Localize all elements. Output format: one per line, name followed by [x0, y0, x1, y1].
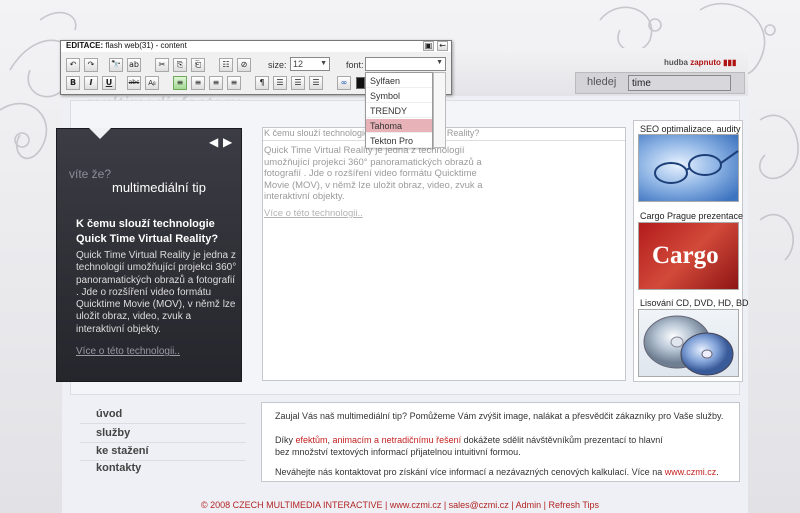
font-size-select[interactable]: 12 ▼: [290, 57, 330, 71]
side-item-cargo-title[interactable]: Cargo Prague prezentace: [640, 211, 743, 221]
info-line-1: Zaujal Vás naš multimediální tip? Pomůže…: [275, 411, 724, 421]
side-item-seo-title[interactable]: SEO optimalizace, audity: [640, 124, 741, 134]
nav-divider: [80, 442, 246, 443]
save-icon[interactable]: ▣: [423, 41, 434, 51]
italic-button[interactable]: I: [84, 76, 98, 90]
editor-body-text[interactable]: Quick Time Virtual Reality je jedna z te…: [264, 145, 490, 203]
audio-label: hudba: [664, 58, 688, 67]
link-icon[interactable]: ∞: [337, 76, 351, 90]
cargo-image-text: Cargo: [652, 242, 719, 269]
nav-item-ke-stazeni[interactable]: ke stažení: [96, 445, 149, 457]
underline-button[interactable]: U: [102, 76, 116, 90]
info-line-3: bez množství textových informací přijate…: [275, 447, 521, 457]
main-nav: úvod služby ke stažení kontakty: [70, 400, 255, 482]
info-text: Díky: [275, 435, 296, 445]
tip-next-icon[interactable]: ▶: [223, 135, 232, 149]
font-family-select[interactable]: ▼: [365, 57, 446, 71]
info-line-2: Díky efektům, animacím a netradičnímu ře…: [275, 435, 663, 445]
numbered-list-icon[interactable]: ☰: [291, 76, 305, 90]
disc-icon: [643, 315, 734, 376]
info-text: .: [716, 467, 719, 477]
indent-icon[interactable]: ☰: [309, 76, 323, 90]
size-label: size:: [268, 60, 287, 70]
tip-body: Quick Time Virtual Reality je jedna z te…: [76, 250, 237, 335]
close-icon[interactable]: ←: [437, 41, 448, 51]
footer[interactable]: © 2008 CZECH MULTIMEDIA INTERACTIVE | ww…: [0, 500, 800, 510]
nav-divider: [80, 423, 246, 424]
chevron-down-icon: ▼: [320, 60, 327, 67]
audio-state: zapnuto: [690, 58, 721, 67]
find-icon[interactable]: 🔭: [109, 58, 123, 72]
paste-icon[interactable]: ⎗: [191, 58, 205, 72]
chevron-down-icon: ▼: [436, 59, 443, 66]
font-option[interactable]: Sylfaen: [366, 74, 432, 88]
toolbar-title-bold: EDITACE:: [66, 41, 104, 50]
bold-button[interactable]: B: [66, 76, 80, 90]
audio-bars-icon: ▮▮▮: [723, 58, 737, 67]
info-link-website[interactable]: www.czmi.cz: [665, 467, 717, 477]
align-right-icon[interactable]: ≡: [209, 76, 223, 90]
nav-item-uvod[interactable]: úvod: [96, 408, 122, 420]
bullet-list-icon[interactable]: ☰: [273, 76, 287, 90]
info-link-effects[interactable]: efektům: [296, 435, 328, 445]
paragraph-icon[interactable]: ¶: [255, 76, 269, 90]
info-text: dokážete sdělit návštěvníkům prezentací …: [461, 435, 663, 445]
seo-glasses-image[interactable]: [638, 134, 739, 202]
nav-item-kontakty[interactable]: kontakty: [96, 462, 141, 474]
glasses-icon: [654, 150, 739, 184]
color-swatch[interactable]: [356, 77, 365, 89]
search-input[interactable]: [628, 75, 731, 91]
toolbar-title-rest: flash web(31) - content: [103, 41, 187, 50]
align-justify-icon[interactable]: ≡: [227, 76, 241, 90]
audio-toggle[interactable]: hudba zapnuto ▮▮▮: [664, 58, 736, 67]
font-list-scrollbar[interactable]: [433, 72, 446, 148]
font-size-value: 12: [293, 59, 304, 69]
strikethrough-button[interactable]: abc: [127, 76, 141, 90]
tip-title: multimediální tip: [112, 180, 206, 195]
tip-heading: K čemu slouží technologie Quick Time Vir…: [76, 218, 219, 245]
side-item-cd-title[interactable]: Lisování CD, DVD, HD, BD: [640, 298, 749, 308]
table-icon[interactable]: ☷: [219, 58, 233, 72]
replace-icon[interactable]: ab: [127, 58, 141, 72]
nav-divider: [80, 460, 246, 461]
nav-item-sluzby[interactable]: služby: [96, 427, 130, 439]
font-option[interactable]: Symbol: [366, 89, 432, 103]
toolbar-title: EDITACE: flash web(31) - content: [66, 41, 187, 50]
search-label: hledej: [587, 76, 617, 88]
info-line-4: Neváhejte nás kontaktovat pro získání ví…: [275, 467, 719, 477]
font-option[interactable]: Tekton Pro: [366, 134, 432, 148]
align-center-icon[interactable]: ≡: [191, 76, 205, 90]
tip-more-link[interactable]: Více o této technologii..: [76, 346, 180, 357]
info-text: Neváhejte nás kontaktovat pro získání ví…: [275, 467, 665, 477]
cd-dvd-image[interactable]: [638, 309, 739, 377]
copy-icon[interactable]: ⎘: [173, 58, 187, 72]
align-left-icon[interactable]: ≡: [173, 76, 187, 90]
redo-icon[interactable]: ↷: [84, 58, 98, 72]
font-option[interactable]: TRENDY: [366, 104, 432, 118]
tip-notch: [89, 128, 111, 139]
tip-question: víte že?: [69, 167, 112, 181]
undo-icon[interactable]: ↶: [66, 58, 80, 72]
case-button[interactable]: Aᵦ: [145, 76, 159, 90]
cut-icon[interactable]: ✂: [155, 58, 169, 72]
tip-prev-icon[interactable]: ◀: [209, 135, 218, 149]
clear-format-icon[interactable]: ⊘: [237, 58, 251, 72]
font-option-selected[interactable]: Tahoma: [366, 119, 432, 133]
info-link-animations[interactable]: animacím a netradičnímu řešení: [333, 435, 462, 445]
editor-link[interactable]: Více o této technologii..: [264, 208, 363, 219]
font-label: font:: [346, 60, 364, 70]
